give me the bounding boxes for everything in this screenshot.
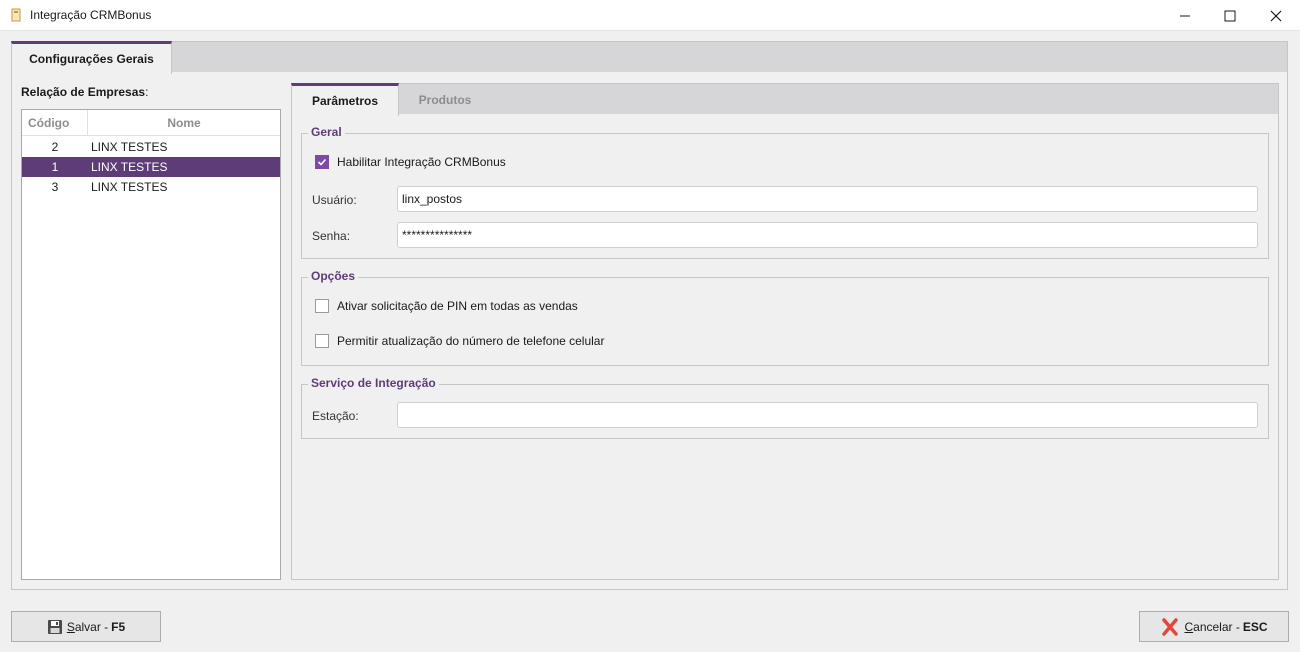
companies-grid[interactable]: Código Nome 2 LINX TESTES 1 LINX TESTES …: [21, 109, 281, 580]
group-title-servico: Serviço de Integração: [308, 376, 439, 390]
password-label: Senha:: [312, 229, 351, 243]
tab-configuracoes-gerais[interactable]: Configurações Gerais: [11, 41, 172, 74]
group-opcoes: Opções: [301, 269, 1269, 366]
station-input[interactable]: [397, 402, 1258, 428]
check-icon: [317, 158, 327, 166]
pin-label: Ativar solicitação de PIN em todas as ve…: [337, 299, 578, 313]
save-shortcut: F5: [111, 619, 126, 634]
companies-label: Relação de Empresas: [21, 85, 146, 99]
cancel-x-icon: [1160, 617, 1180, 637]
cell-code: 1: [51, 160, 59, 174]
phone-label: Permitir atualização do número de telefo…: [337, 334, 605, 348]
save-label-text: alvar -: [74, 619, 109, 634]
save-label: Salvar -: [67, 620, 108, 634]
cell-name: LINX TESTES: [91, 160, 168, 174]
group-title-geral: Geral: [308, 125, 345, 139]
table-row-selected[interactable]: 1 LINX TESTES: [22, 157, 280, 177]
companies-heading: Relação de Empresas:: [21, 85, 148, 99]
table-row[interactable]: 3 LINX TESTES: [22, 177, 280, 197]
grid-header: Código Nome: [22, 110, 280, 136]
maximize-button[interactable]: [1207, 0, 1253, 31]
maximize-icon: [1224, 10, 1236, 21]
cancel-button[interactable]: Cancelar - ESC: [1139, 611, 1289, 642]
floppy-disk-icon: [47, 619, 63, 635]
column-header-code[interactable]: Código: [22, 110, 88, 136]
outer-tab-bar: [11, 41, 1288, 73]
tab-produtos[interactable]: Produtos: [399, 84, 491, 115]
tab-parametros[interactable]: Parâmetros: [291, 83, 399, 116]
pin-option[interactable]: Ativar solicitação de PIN em todas as ve…: [315, 299, 578, 313]
minimize-button[interactable]: [1162, 0, 1208, 31]
user-label: Usuário:: [312, 193, 357, 207]
save-button[interactable]: Salvar - F5: [11, 611, 161, 642]
station-label: Estação:: [312, 409, 359, 423]
user-input[interactable]: linx_postos: [397, 186, 1258, 212]
cancel-label-text: ancelar -: [1193, 619, 1240, 634]
save-mnemonic: S: [66, 619, 75, 634]
pin-checkbox[interactable]: [315, 299, 329, 313]
group-title-opcoes: Opções: [308, 269, 359, 283]
cell-code: 2: [51, 140, 59, 154]
enable-integration-option[interactable]: Habilitar Integração CRMBonus: [315, 155, 506, 169]
window-title: Integração CRMBonus: [30, 8, 152, 22]
column-header-name[interactable]: Nome: [88, 110, 280, 136]
cancel-mnemonic: C: [1184, 619, 1194, 634]
table-row[interactable]: 2 LINX TESTES: [22, 137, 280, 157]
enable-integration-checkbox[interactable]: [315, 155, 329, 169]
cancel-label: Cancelar -: [1184, 620, 1239, 634]
close-button[interactable]: [1253, 0, 1299, 31]
phone-option[interactable]: Permitir atualização do número de telefo…: [315, 334, 604, 348]
cell-name: LINX TESTES: [91, 180, 168, 194]
cell-code: 3: [51, 180, 59, 194]
app-icon: [11, 8, 21, 22]
minimize-icon: [1180, 15, 1190, 16]
close-icon: [1270, 10, 1282, 21]
title-bar: Integração CRMBonus: [0, 0, 1300, 31]
password-input[interactable]: ***************: [397, 222, 1258, 248]
cancel-shortcut: ESC: [1242, 619, 1268, 634]
enable-integration-label: Habilitar Integração CRMBonus: [337, 155, 506, 169]
cell-name: LINX TESTES: [91, 140, 168, 154]
companies-label-colon: :: [145, 85, 149, 99]
phone-checkbox[interactable]: [315, 334, 329, 348]
